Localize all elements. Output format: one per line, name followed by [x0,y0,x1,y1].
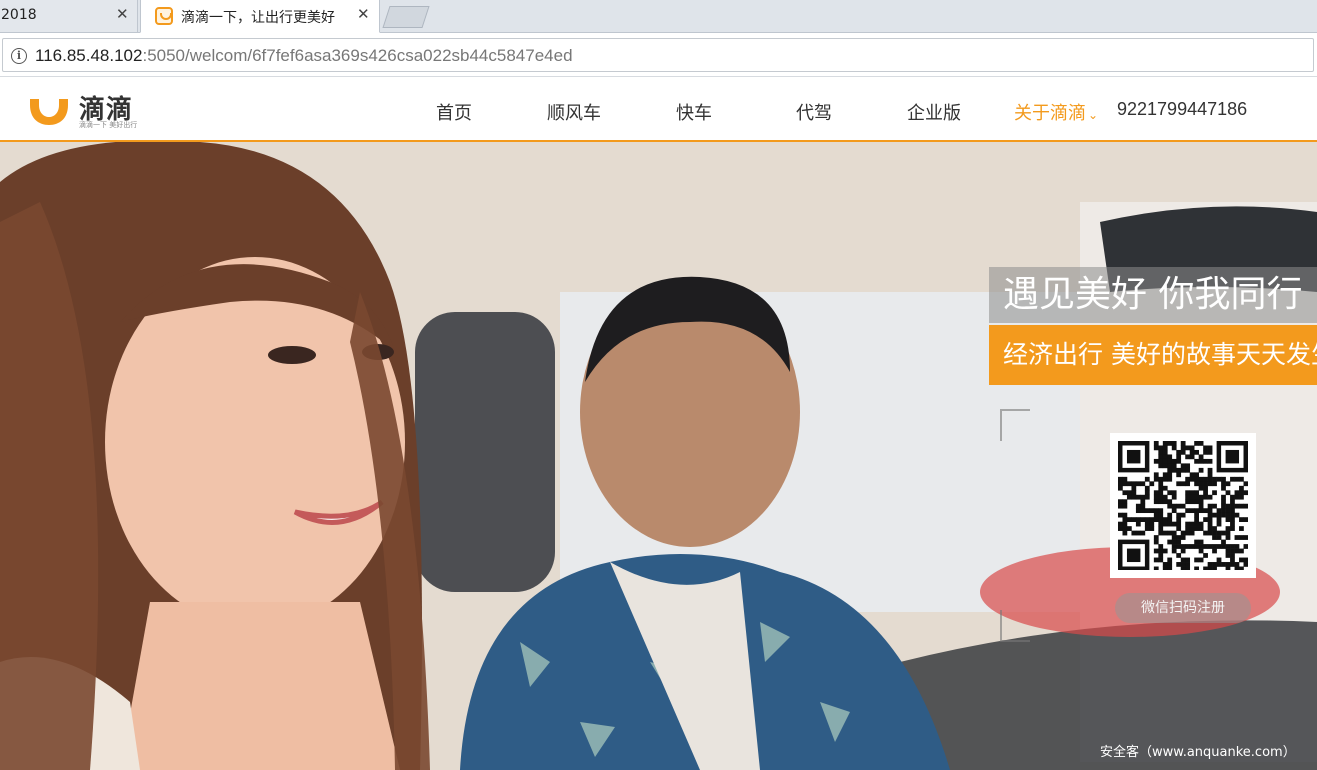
hero-slogan-secondary: 经济出行 美好的故事天天发生 [989,325,1317,385]
url-text: 116.85.48.102:5050/welcom/6f7fef6asa369s… [35,46,573,66]
url-host: 116.85.48.102 [35,46,143,65]
nav-about[interactable]: 关于滴滴 ⌄ [1014,99,1098,125]
hotline-number: 9221799447186 [1117,99,1248,119]
watermark-text: 安全客（www.anquanke.com） [1100,745,1296,760]
nav-home[interactable]: 首页 [436,99,472,125]
site-info-icon[interactable]: i [11,48,27,64]
didi-favicon-icon [155,7,173,25]
chevron-down-icon: ⌄ [1088,108,1099,122]
browser-tab-active[interactable]: 滴滴一下，让出行更美好 ✕ [140,0,380,33]
site-header: 滴滴 滴滴一下 美好出行 首页 顺风车 快车 代驾 企业版 关于滴滴 ⌄ 9221… [0,78,1317,142]
qr-frame-corner-top [1000,409,1030,441]
wechat-qr-code [1110,433,1256,578]
wechat-register-button[interactable]: 微信扫码注册 [1115,593,1251,623]
browser-address-bar: i 116.85.48.102:5050/welcom/6f7fef6asa36… [0,33,1317,77]
logo-tagline: 滴滴一下 美好出行 [79,121,138,129]
tab-title: 2018 [1,7,37,23]
url-input[interactable]: i 116.85.48.102:5050/welcom/6f7fef6asa36… [2,38,1314,72]
qr-frame-corner-bottom [1000,610,1030,642]
close-tab-icon[interactable]: ✕ [116,5,129,23]
close-tab-icon[interactable]: ✕ [357,5,370,23]
nav-express[interactable]: 快车 [676,99,712,125]
nav-about-label: 关于滴滴 [1014,103,1086,124]
hero-banner: 遇见美好 你我同行 经济出行 美好的故事天天发生 微信扫码注册 安全客（www.… [0,142,1317,770]
didi-logo-icon[interactable] [27,93,71,127]
hero-slogan-primary: 遇见美好 你我同行 [989,267,1317,323]
url-path: :5050/welcom/6f7fef6asa369s426csa022sb44… [142,46,573,65]
tab-title: 滴滴一下，让出行更美好 [181,10,335,26]
browser-tab-previous[interactable]: 2018 ✕ [0,0,138,33]
browser-tab-bar: 2018 ✕ 滴滴一下，让出行更美好 ✕ [0,0,1317,33]
qr-code-icon [1118,441,1249,572]
nav-enterprise[interactable]: 企业版 [907,99,961,125]
nav-designated-driver[interactable]: 代驾 [796,99,832,125]
new-tab-button[interactable] [382,6,430,28]
nav-hitch[interactable]: 顺风车 [547,99,601,125]
